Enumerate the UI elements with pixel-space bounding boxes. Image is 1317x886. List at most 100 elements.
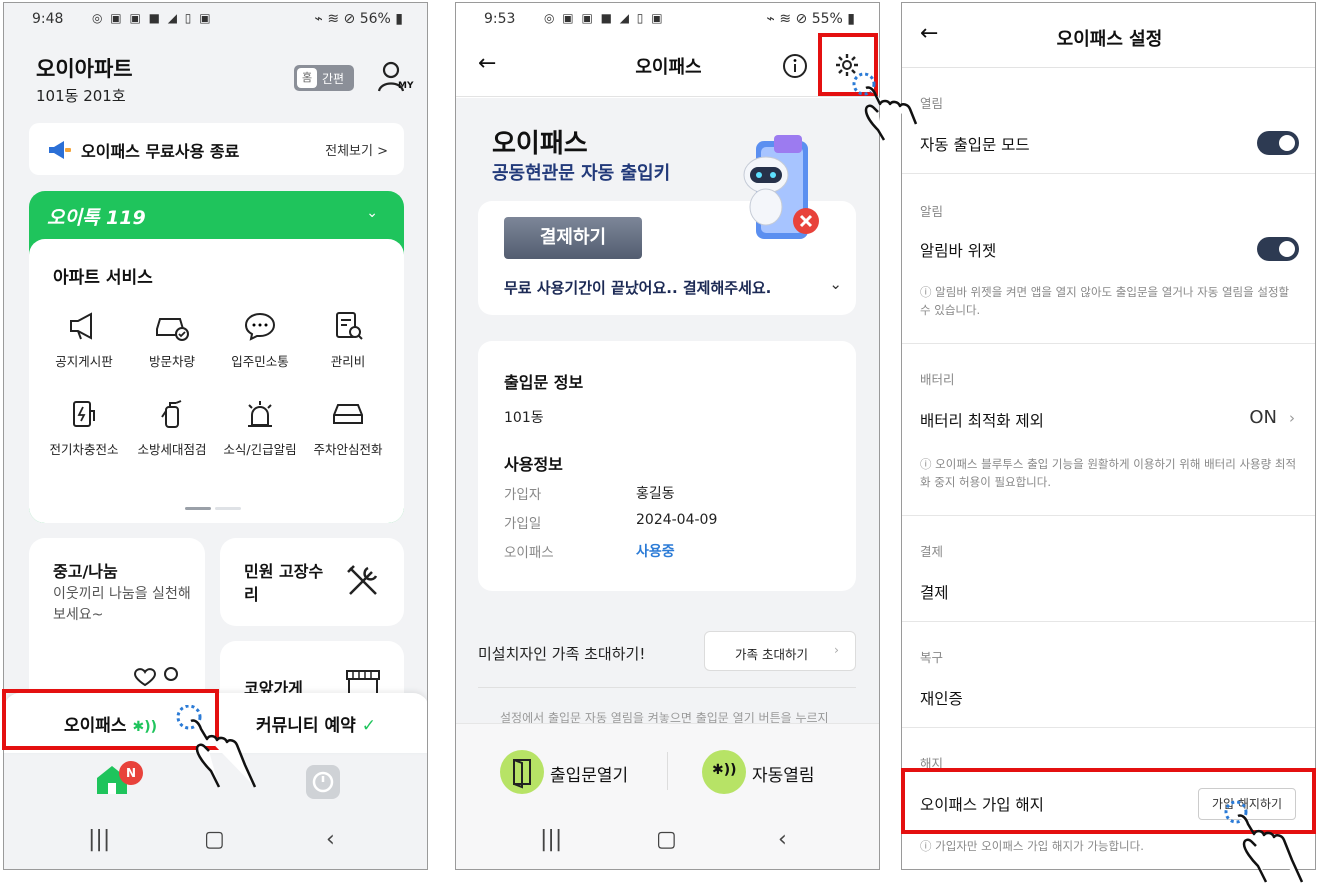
usage-key: 오이패스 [504,545,554,561]
recent-apps-icon[interactable]: ||| [88,827,110,852]
service-visitor-car[interactable]: 방문차량 [127,311,217,370]
action-bar: 출입문열기 ✱)) 자동열림 [456,723,879,815]
my-profile-icon[interactable]: MY [376,59,414,95]
reauth-row[interactable]: 재인증 [920,687,963,709]
home-button-icon[interactable]: ▢ [204,827,225,852]
status-bar: 9:53 ◎ ▣ ▣ ■ ◢ ▯ ▣ ⌁ ≋ ⊘ 55% ▮ [456,3,879,35]
service-label: 관리비 [330,354,366,369]
apartment-services: 아파트 서비스 공지게시판 방문차량 입주민소통 관리비 전기차충전소 소방세대… [29,239,404,523]
hero-subtitle: 공동현관문 자동 출입키 [492,163,671,184]
usage-value: 홍길동 [636,486,675,502]
widget-toggle[interactable] [1257,237,1299,261]
chevron-down-icon[interactable]: ⌄ [366,205,378,221]
service-management-fee[interactable]: 관리비 [303,311,393,370]
usage-title: 사용정보 [504,455,563,474]
tools-icon [347,565,378,595]
check-circle-icon: ✓ [361,716,376,736]
battery-opt-value[interactable]: ON [1249,407,1277,428]
payment-message: 무료 사용기간이 끝났어요.. 결제해주세요. [504,279,772,297]
notice-banner[interactable]: 오이패스 무료사용 종료 전체보기 > [29,123,404,175]
open-door-button[interactable]: 출입문열기 [550,761,628,786]
service-notice-board[interactable]: 공지게시판 [39,311,129,370]
divider [902,515,1315,516]
chevron-right-icon[interactable]: › [1289,409,1295,427]
screen-opass-settings: ← 오이패스 설정 열림 자동 출입문 모드 알림 알림바 위젯 ⓘ 알림바 위… [901,2,1316,870]
service-label: 방문차량 [148,354,195,369]
mode-simple[interactable]: 간편 [322,70,344,87]
opass-nav-icon[interactable] [306,765,340,799]
bluetooth-auto-icon[interactable]: ✱)) [702,750,746,794]
service-label: 주차안심전화 [313,442,383,457]
tab-community[interactable]: 커뮤니티 예약 ✓ [256,711,376,736]
my-label: MY [398,81,414,91]
invite-text: 미설치자인 가족 초대하기! [478,645,646,663]
widget-label: 알림바 위젯 [920,242,997,260]
recent-apps-icon[interactable]: ||| [540,827,562,852]
notice-text: 오이패스 무료사용 종료 [81,142,240,161]
door-info-value: 101동 [504,410,544,426]
usage-status-value: 사용중 [636,544,675,560]
repair-card[interactable]: 민원 고장수리 [220,538,404,626]
apartment-name: 오이아파트 [36,57,133,81]
divider [902,727,1315,728]
megaphone-icon [47,139,73,165]
payment-row[interactable]: 결제 [920,581,949,603]
settings-hint-text: 설정에서 출입문 자동 열림을 켜놓으면 출입문 열기 버튼을 누르지 [500,711,829,723]
service-emergency-alert[interactable]: 소식/긴급알림 [215,399,305,458]
divider [667,752,668,790]
ev-charger-icon [73,401,95,427]
home-button-icon[interactable]: ▢ [656,827,677,852]
back-icon[interactable]: ‹ [778,827,787,852]
status-icons: ◎ ▣ ▣ ■ ◢ ▯ ▣ [544,11,665,25]
service-label: 전기차충전소 [49,442,119,457]
section-label: 배터리 [920,372,955,387]
service-parking-call[interactable]: 주차안심전화 [303,399,393,458]
auto-door-mode-toggle[interactable] [1257,131,1299,155]
battery-opt-label: 배터리 최적화 제외 [920,412,1044,430]
chevron-down-icon[interactable]: ⌄ [829,275,842,293]
page-title: 오이패스 설정 [1056,29,1163,50]
service-label: 공지게시판 [55,354,113,369]
chat-bubble-icon [244,312,276,341]
siren-icon [248,401,272,427]
door-open-icon[interactable] [500,750,544,794]
repair-title: 민원 고장수리 [244,562,324,604]
divider [902,621,1315,622]
status-battery: ⌁ ≋ ⊘ 55% ▮ [766,11,855,27]
service-ev-charging[interactable]: 전기차충전소 [39,399,129,458]
service-resident-chat[interactable]: 입주민소통 [215,311,305,370]
usage-value: 2024-04-09 [636,512,718,528]
info-icon[interactable] [782,53,808,83]
chevron-right-icon: › [834,642,839,657]
services-title: 아파트 서비스 [53,268,153,288]
mode-toggle[interactable]: 홈 간편 [294,65,354,91]
status-icons: ◎ ▣ ▣ ■ ◢ ▯ ▣ [92,11,213,25]
divider [478,687,856,688]
notice-more-link[interactable]: 전체보기 > [325,140,388,159]
auto-open-button[interactable]: 자동열림 [752,761,815,786]
system-nav-bar: ||| ▢ ‹ [456,813,879,869]
hero-title: 오이패스 [492,129,588,159]
service-fire-check[interactable]: 소방세대점검 [127,399,217,458]
service-label: 입주민소통 [231,354,289,369]
status-battery: ⌁ ≋ ⊘ 56% ▮ [314,11,403,27]
section-label: 알림 [920,204,944,219]
door-info-card: 출입문 정보 101동 사용정보 가입자 홍길동 가입일 2024-04-09 … [478,341,856,591]
pay-button[interactable]: 결제하기 [504,217,642,259]
invite-family-button[interactable]: 가족 초대하기 › [704,631,856,671]
status-time: 9:53 [484,11,516,27]
service-label: 소식/긴급알림 [223,442,297,457]
mode-home[interactable]: 홈 [297,68,317,88]
widget-description: ⓘ 알림바 위젯을 켜면 앱을 열지 않아도 출입문을 열거나 자동 열림을 설… [920,285,1290,317]
used-goods-desc: 이웃끼리 나눔을 실천해 보세요~ [53,586,191,623]
door-info-title: 출입문 정보 [504,373,584,392]
bill-search-icon [336,312,363,340]
robot-phone-illustration [726,133,836,257]
battery-description: ⓘ 오이패스 블루투스 출입 기능을 원활하게 이용하기 위해 배터리 사용량 … [920,457,1297,489]
fire-extinguisher-icon [161,400,182,428]
page-title: 오이패스 [635,57,702,78]
page-header: ← 오이패스 설정 [902,3,1315,68]
family-invite-row: 미설치자인 가족 초대하기! 가족 초대하기 › [456,629,879,689]
back-icon[interactable]: ‹ [326,827,335,852]
status-bar: 9:48 ◎ ▣ ▣ ■ ◢ ▯ ▣ ⌁ ≋ ⊘ 56% ▮ [4,3,427,35]
